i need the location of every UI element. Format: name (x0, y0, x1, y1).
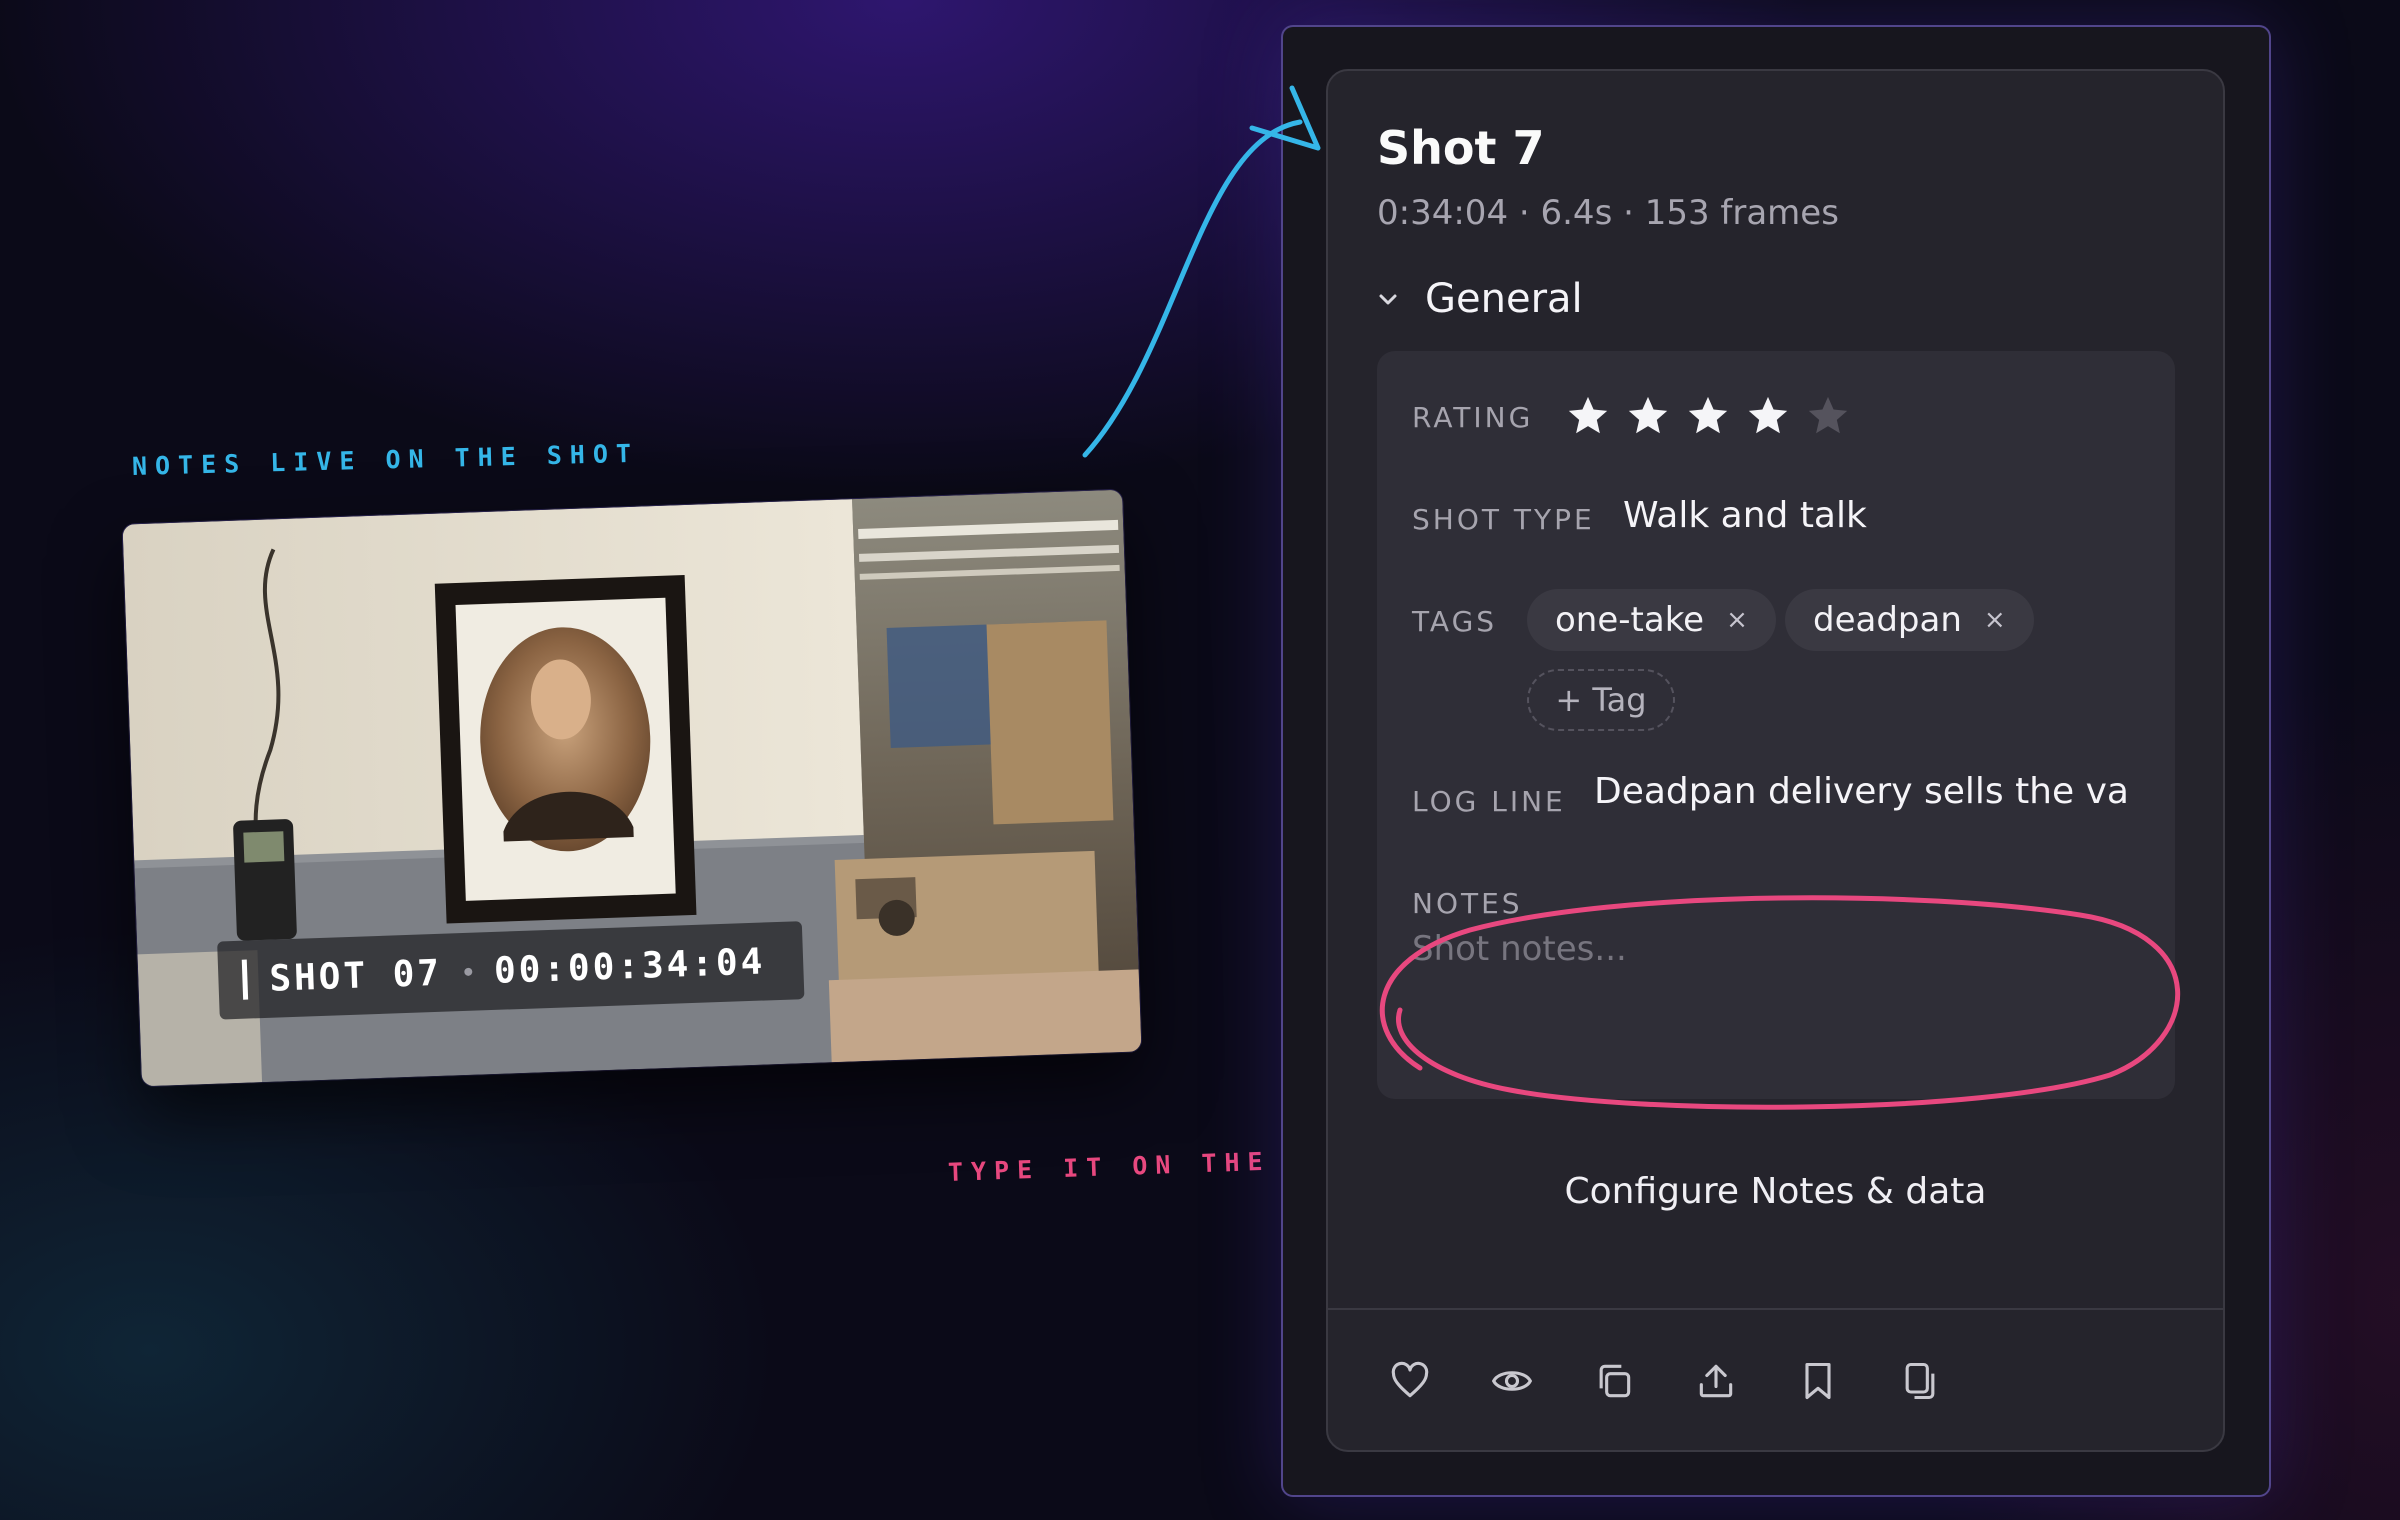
bookmark-button[interactable] (1794, 1357, 1842, 1405)
view-button[interactable] (1488, 1357, 1536, 1405)
timecode: 00:00:34:04 (493, 940, 766, 992)
divider (1328, 1308, 2223, 1310)
export-button[interactable] (1692, 1357, 1740, 1405)
star-empty-icon[interactable] (1805, 393, 1851, 439)
section-title: General (1425, 276, 1583, 322)
separator-dot (463, 967, 473, 976)
eye-icon (1491, 1371, 1533, 1391)
log-line-value[interactable]: Deadpan delivery sells the value (1594, 771, 2126, 812)
overlay-bar (241, 959, 249, 1000)
shot-type-value[interactable]: Walk and talk (1623, 495, 1867, 536)
tag-chip[interactable]: one-take × (1527, 589, 1776, 651)
shot-label: SHOT 07 (268, 952, 443, 1000)
star-filled-icon[interactable] (1685, 393, 1731, 439)
arrow-annotation (1082, 119, 1303, 458)
chevron-down-icon (1379, 294, 1397, 305)
video-frame[interactable]: SHOT 07 00:00:34:04 (122, 489, 1142, 1087)
notes-field[interactable]: Shot notes... (1412, 929, 1627, 969)
rating-label: RATING (1412, 401, 1534, 434)
shot-type-label: SHOT TYPE (1412, 503, 1595, 536)
tag-label: one-take (1555, 600, 1705, 640)
bookmark-icon (1805, 1362, 1831, 1400)
copy-icon (1599, 1364, 1631, 1398)
add-tag-button[interactable]: + Tag (1527, 669, 1675, 731)
tag-label: deadpan (1813, 600, 1962, 640)
star-filled-icon[interactable] (1625, 393, 1671, 439)
action-toolbar (1386, 1357, 1944, 1405)
caption-notes-live: NOTES LIVE ON THE SHOT (131, 438, 640, 481)
duplicate-button[interactable] (1896, 1357, 1944, 1405)
log-line-label: LOG LINE (1412, 785, 1566, 818)
star-filled-icon[interactable] (1745, 393, 1791, 439)
shot-inspector-panel: Shot 7 0:34:04 · 6.4s · 153 frames Gener… (1326, 69, 2225, 1452)
tag-chip[interactable]: deadpan × (1785, 589, 2034, 651)
remove-tag-icon[interactable]: × (1984, 605, 2006, 635)
configure-notes-button[interactable]: Configure Notes & data (1328, 1171, 2223, 1212)
section-general-toggle[interactable]: General (1377, 276, 1583, 322)
notes-label: NOTES (1412, 887, 1523, 920)
shot-meta: 0:34:04 · 6.4s · 153 frames (1377, 193, 1839, 233)
like-button[interactable] (1386, 1357, 1434, 1405)
star-filled-icon[interactable] (1565, 393, 1611, 439)
upload-icon (1699, 1364, 1733, 1398)
star-rating[interactable] (1565, 393, 1851, 439)
remove-tag-icon[interactable]: × (1726, 605, 1748, 635)
duplicate-icon (1905, 1362, 1935, 1400)
general-section: RATING SHOT TYPE Walk and talk TAGS one-… (1377, 351, 2175, 1099)
copy-button[interactable] (1590, 1357, 1638, 1405)
heart-icon (1391, 1361, 1429, 1398)
tags-label: TAGS (1412, 605, 1498, 638)
shot-title: Shot 7 (1377, 121, 1545, 175)
